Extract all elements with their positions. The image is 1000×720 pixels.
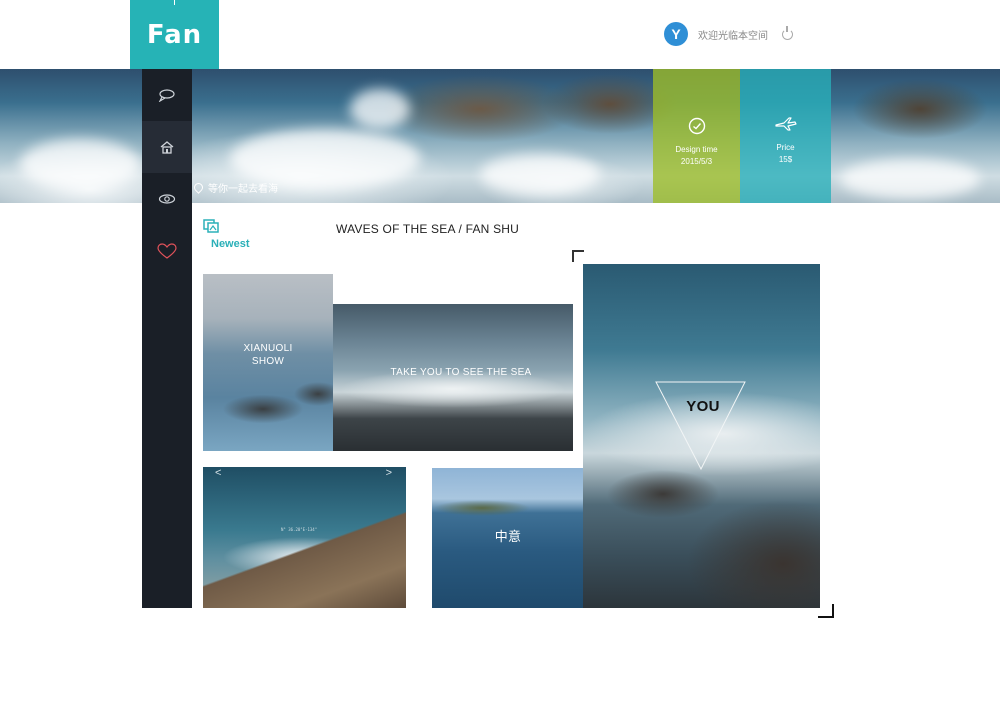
logo-tick	[174, 0, 175, 5]
tile-caption: YOU	[686, 398, 720, 415]
gallery-icon	[203, 219, 219, 233]
logo[interactable]: Fan	[130, 0, 219, 69]
wave-spray	[840, 159, 980, 199]
home-icon	[160, 141, 174, 154]
design-time-value: 2015/5/3	[680, 157, 713, 166]
price-value: 15$	[778, 155, 793, 164]
photo-tile-see-the-sea[interactable]: TAKE YOU TO SEE THE SEA	[333, 304, 573, 451]
location-text: 等你一起去看海	[208, 184, 278, 195]
chat-bubble-icon	[158, 89, 175, 102]
sidebar-item-favorites[interactable]	[142, 225, 192, 277]
page: Fan Y 欢迎光临本空间 等你一起去看海 Design time 2015/5…	[0, 0, 1000, 720]
newest-tag[interactable]: Newest	[203, 219, 250, 250]
tile-caption: TAKE YOU TO SEE THE SEA	[390, 367, 532, 378]
welcome-text: 欢迎光临本空间	[698, 30, 768, 42]
wave-spray	[480, 154, 600, 194]
sidebar-item-home[interactable]	[142, 121, 192, 173]
user-area: Y 欢迎光临本空间	[664, 22, 793, 46]
clock-icon	[688, 117, 705, 135]
heart-icon	[157, 243, 177, 259]
sidebar-item-view[interactable]	[142, 173, 192, 225]
photo-tile-zhongyi[interactable]: 中意	[432, 468, 584, 608]
price-label: Price	[776, 143, 795, 152]
section-title: WAVES OF THE SEA / FAN SHU	[336, 222, 520, 236]
design-time-label: Design time	[675, 145, 718, 154]
photo-tile-you[interactable]: YOU	[583, 264, 820, 608]
coordinate-text: N° 36.20°E-134°	[281, 527, 318, 532]
tile-caption: XIANUOLI SHOW	[203, 342, 333, 368]
plane-icon	[774, 117, 797, 131]
wave-spray	[350, 89, 410, 129]
eye-icon	[158, 194, 176, 204]
tile-caption-line1: XIANUOLI	[243, 343, 293, 354]
location-tag: 等你一起去看海	[192, 180, 278, 195]
next-arrow-icon[interactable]: >	[386, 467, 392, 479]
sidebar	[142, 69, 192, 608]
logo-text: Fan	[146, 19, 203, 50]
photo-tile-xianuoli[interactable]: XIANUOLI SHOW	[203, 274, 333, 451]
wave-spray	[20, 139, 140, 189]
avatar[interactable]: Y	[664, 22, 688, 46]
price-card: Price 15$	[740, 69, 831, 203]
newest-label: Newest	[211, 238, 250, 250]
design-time-card: Design time 2015/5/3	[653, 69, 740, 203]
frame-corner-bottom-right	[818, 604, 834, 618]
tile-caption: 中意	[494, 529, 522, 544]
tile-caption-line2: SHOW	[251, 356, 285, 367]
prev-arrow-icon[interactable]: <	[215, 467, 221, 479]
location-pin-icon	[192, 181, 205, 194]
frame-corner-top-left	[572, 250, 584, 262]
triangle-frame	[655, 381, 746, 471]
sidebar-item-messages[interactable]	[142, 69, 192, 121]
power-icon[interactable]	[782, 25, 793, 40]
photo-tile-mountain[interactable]: < > N° 36.20°E-134°	[203, 467, 406, 608]
